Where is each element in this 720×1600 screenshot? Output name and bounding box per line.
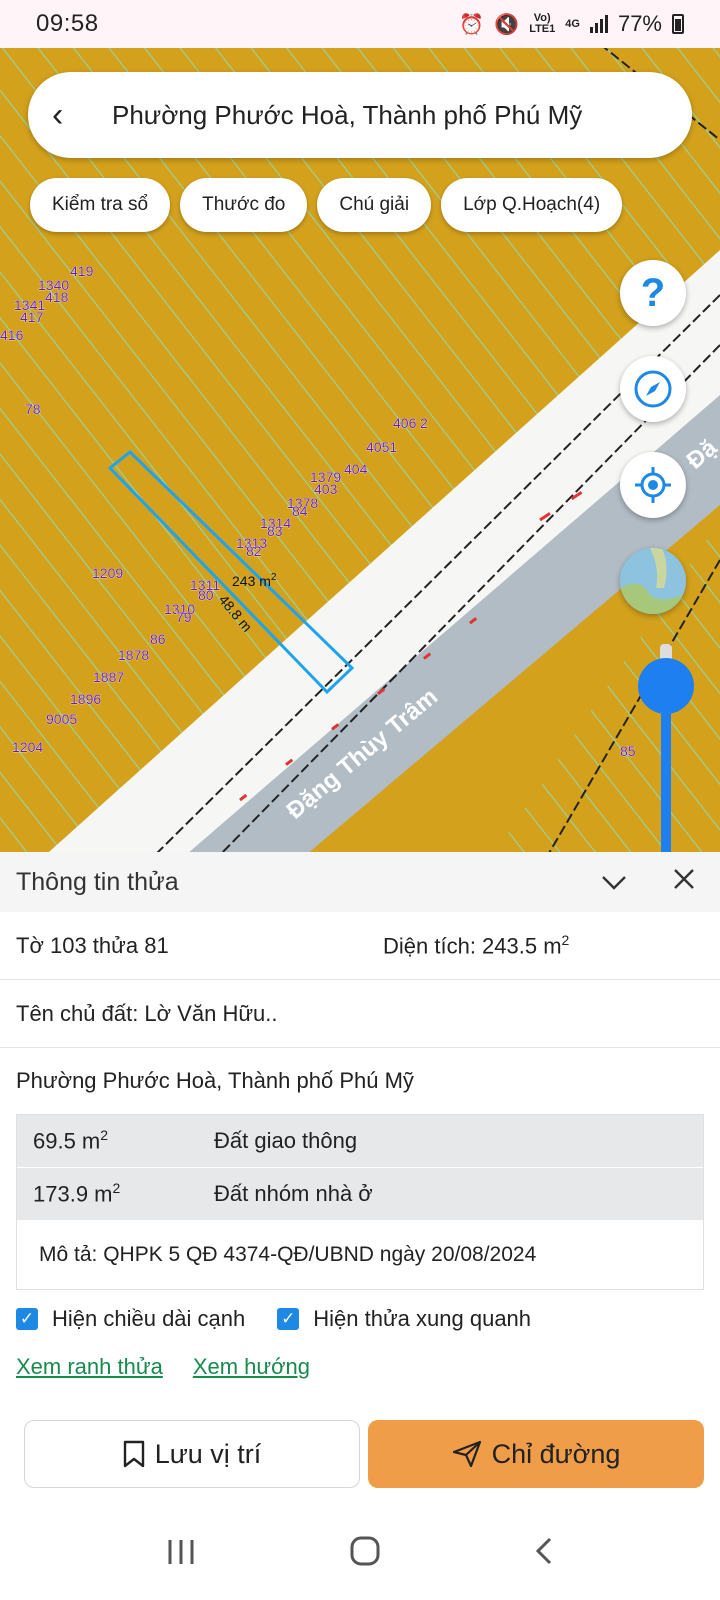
close-icon[interactable] bbox=[664, 865, 704, 899]
compass-icon bbox=[634, 370, 672, 408]
opacity-slider-track[interactable] bbox=[661, 690, 671, 852]
battery-icon bbox=[672, 14, 684, 34]
checkbox-checked-icon[interactable]: ✓ bbox=[277, 1308, 300, 1330]
legend-chip[interactable]: Chú giải bbox=[317, 178, 432, 232]
edge-length-checkbox[interactable]: ✓ Hiện chiều dài cạnh bbox=[16, 1306, 245, 1332]
compass-button[interactable] bbox=[620, 356, 686, 422]
parcel-info-header: Thông tin thửa bbox=[0, 852, 720, 912]
back-nav-icon[interactable] bbox=[534, 1536, 554, 1574]
mute-icon: 🔇 bbox=[494, 13, 520, 36]
owner-name: Tên chủ đất: Lờ Văn Hữu.. bbox=[16, 1000, 278, 1026]
bookmark-icon bbox=[123, 1440, 145, 1468]
parcel-number: 79 bbox=[176, 609, 192, 625]
panel-title: Thông tin thửa bbox=[16, 867, 179, 896]
parcel-links: Xem ranh thửa Xem hướng bbox=[16, 1354, 310, 1380]
view-direction-link[interactable]: Xem hướng bbox=[193, 1354, 310, 1380]
parcel-number: 84 bbox=[292, 503, 308, 519]
opacity-slider-handle[interactable] bbox=[638, 658, 694, 714]
view-boundary-link[interactable]: Xem ranh thửa bbox=[16, 1354, 163, 1380]
parcel-number: 1878 bbox=[118, 647, 149, 663]
map-canvas[interactable]: Đặng Thùy Trâm Đặ 243 m2 48.8 m 419 1340… bbox=[0, 44, 720, 852]
parcel-area: Diện tích: 243.5 m2 bbox=[383, 931, 570, 959]
signal-icon bbox=[589, 15, 608, 33]
parcel-id-row: Tờ 103 thửa 81 Diện tích: 243.5 m2 bbox=[0, 912, 720, 980]
land-area-value: 69.5 m2 bbox=[33, 1127, 109, 1154]
system-nav-bar bbox=[0, 1510, 720, 1600]
parcel-number: 1887 bbox=[93, 669, 124, 685]
table-row: 173.9 m2 Đất nhóm nhà ở bbox=[17, 1168, 703, 1221]
parcel-number: 1204 bbox=[12, 739, 43, 755]
parcel-number: 85 bbox=[620, 743, 636, 759]
parcel-number: 86 bbox=[150, 631, 166, 647]
parcel-number: 404 bbox=[344, 461, 368, 477]
directions-button[interactable]: Chỉ đường bbox=[368, 1420, 704, 1488]
map-tools-chips: Kiểm tra sổ Thước đo Chú giải Lớp Q.Hoạc… bbox=[30, 178, 623, 232]
display-options: ✓ Hiện chiều dài cạnh ✓ Hiện thửa xung q… bbox=[16, 1306, 563, 1332]
battery-percent: 77% bbox=[617, 11, 662, 36]
sheet-parcel-number: Tờ 103 thửa 81 bbox=[16, 932, 169, 958]
parcel-number: 80 bbox=[198, 587, 214, 603]
parcel-number: 4051 bbox=[366, 439, 397, 455]
planning-layer-chip[interactable]: Lớp Q.Hoạch(4) bbox=[441, 178, 623, 232]
table-row: 69.5 m2 Đất giao thông bbox=[17, 1115, 703, 1168]
area-dimension-label: 243 m2 bbox=[232, 572, 277, 589]
satellite-map-icon bbox=[620, 548, 686, 614]
measure-chip[interactable]: Thước đo bbox=[180, 178, 308, 232]
location-title: Phường Phước Hoà, Thành phố Phú Mỹ bbox=[112, 99, 583, 130]
address-row: Phường Phước Hoà, Thành phố Phú Mỹ bbox=[0, 1048, 720, 1114]
land-type: Đất giao thông bbox=[214, 1128, 358, 1153]
satellite-layer-button[interactable] bbox=[620, 548, 686, 614]
edge-length-label: Hiện chiều dài cạnh bbox=[52, 1306, 246, 1331]
parcel-number: 1896 bbox=[70, 691, 101, 707]
land-area-value: 173.9 m2 bbox=[33, 1180, 121, 1207]
parcel-number: 1209 bbox=[92, 565, 123, 581]
save-location-label: Lưu vị trí bbox=[154, 1438, 262, 1469]
my-location-button[interactable] bbox=[620, 452, 686, 518]
checkbox-checked-icon[interactable]: ✓ bbox=[16, 1308, 38, 1330]
land-type: Đất nhóm nhà ở bbox=[214, 1181, 373, 1206]
parcel-number: 83 bbox=[267, 523, 283, 539]
alarm-icon: ⏰ bbox=[459, 13, 485, 36]
app-screen: 09:58 ⏰ 🔇 Vo) LTE1 4G 77% Đặng Thùy Trâm… bbox=[0, 0, 720, 1600]
parcel-number: 78 bbox=[25, 401, 41, 417]
directions-label: Chỉ đường bbox=[491, 1438, 621, 1469]
parcel-number: 406 bbox=[393, 415, 417, 431]
parcel-number: 418 bbox=[45, 289, 69, 305]
parcel-number: 9005 bbox=[46, 711, 77, 727]
send-icon bbox=[452, 1440, 482, 1468]
parcel-number: 82 bbox=[246, 543, 262, 559]
crosshair-icon bbox=[635, 467, 671, 503]
status-bar: 09:58 ⏰ 🔇 Vo) LTE1 4G 77% bbox=[0, 0, 720, 48]
status-icons: ⏰ 🔇 Vo) LTE1 4G 77% bbox=[459, 11, 684, 37]
collapse-chevron-icon[interactable] bbox=[594, 867, 634, 898]
volte-indicator: Vo) LTE1 bbox=[529, 12, 556, 35]
status-time: 09:58 bbox=[36, 10, 99, 37]
parcel-number: 419 bbox=[70, 263, 94, 279]
save-location-button[interactable]: Lưu vị trí bbox=[24, 1420, 360, 1488]
check-certificate-chip[interactable]: Kiểm tra sổ bbox=[30, 178, 171, 232]
parcel-number: 416 bbox=[0, 327, 24, 343]
parcel-address: Phường Phước Hoà, Thành phố Phú Mỹ bbox=[16, 1068, 414, 1093]
owner-row: Tên chủ đất: Lờ Văn Hữu.. bbox=[0, 980, 720, 1048]
location-search-bar[interactable]: ‹ Phường Phước Hoà, Thành phố Phú Mỹ bbox=[28, 72, 692, 158]
parcel-number: 417 bbox=[20, 309, 44, 325]
help-icon: ? bbox=[640, 270, 666, 315]
recent-apps-icon[interactable] bbox=[166, 1537, 196, 1574]
neighbors-checkbox[interactable]: ✓ Hiện thửa xung quanh bbox=[277, 1306, 531, 1332]
land-use-table: 69.5 m2 Đất giao thông 173.9 m2 Đất nhóm… bbox=[16, 1114, 704, 1290]
home-icon[interactable] bbox=[349, 1535, 381, 1575]
map-view[interactable]: Đặng Thùy Trâm Đặ 243 m2 48.8 m 419 1340… bbox=[0, 44, 720, 852]
network-gen: 4G bbox=[565, 17, 580, 30]
back-icon[interactable]: ‹ bbox=[52, 98, 92, 132]
neighbors-label: Hiện thửa xung quanh bbox=[313, 1306, 532, 1331]
parcel-number: 2 bbox=[420, 415, 428, 431]
help-button[interactable]: ? bbox=[620, 260, 686, 326]
planning-description: Mô tả: QHPK 5 QĐ 4374-QĐ/UBND ngày 20/08… bbox=[17, 1221, 703, 1289]
